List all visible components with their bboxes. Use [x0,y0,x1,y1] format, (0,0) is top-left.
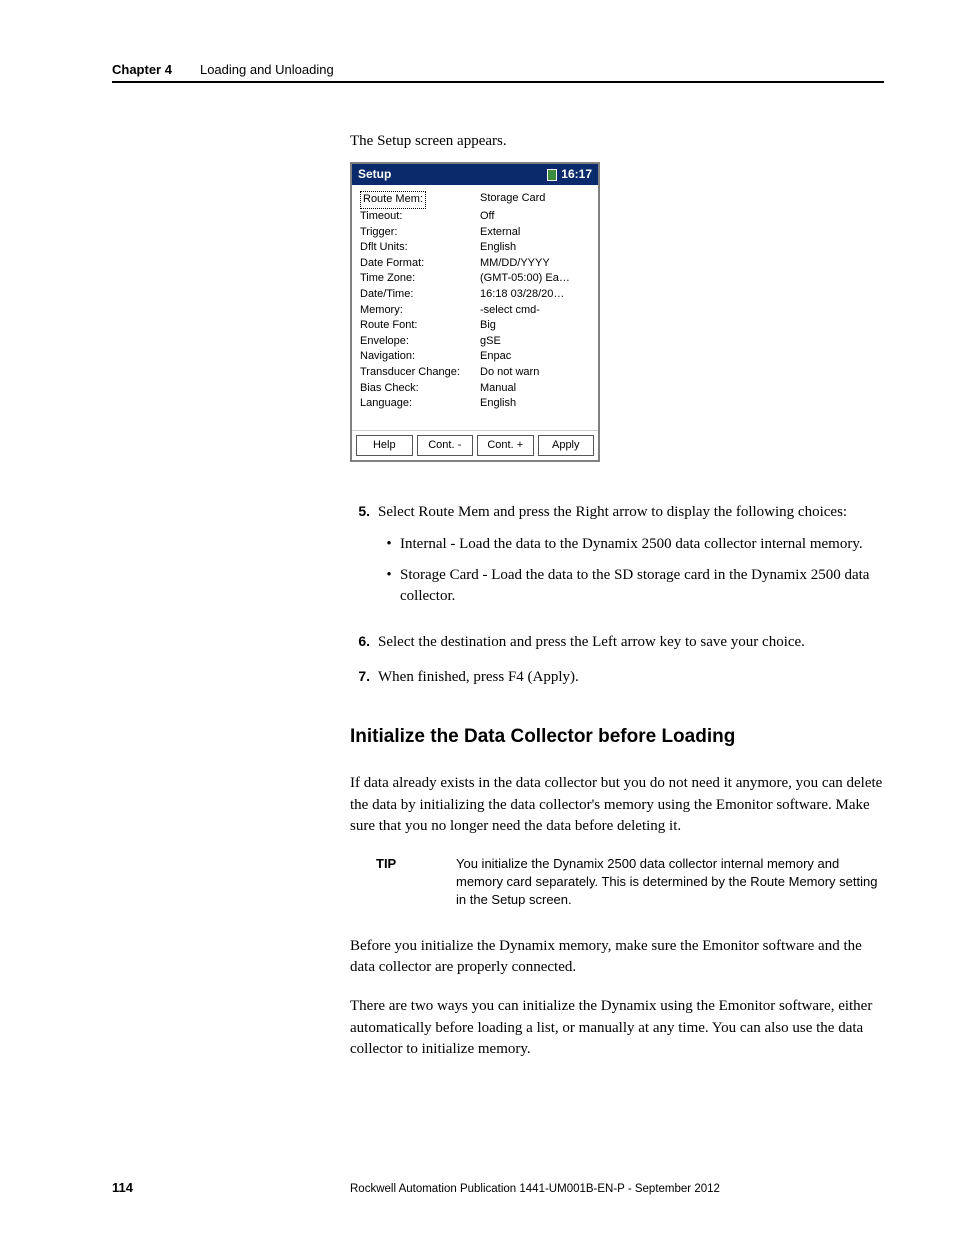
setup-row: Timeout:Off [360,209,590,225]
device-softkey: Help [356,435,413,457]
bullet-item: •Storage Card - Load the data to the SD … [378,565,884,608]
step-6-number: 6. [350,632,378,653]
step-5-text: Select Route Mem and press the Right arr… [378,502,884,523]
bullet-item: •Internal - Load the data to the Dynamix… [378,534,884,555]
setup-row: Date Format:MM/DD/YYYY [360,256,590,272]
paragraph-2: Before you initialize the Dynamix memory… [350,936,884,979]
tip-text: You initialize the Dynamix 2500 data col… [456,855,884,910]
device-softkey: Cont. - [417,435,474,457]
setup-row: Time Zone:(GMT-05:00) Ea… [360,271,590,287]
setup-row: Memory:-select cmd- [360,303,590,319]
step-7-text: When finished, press F4 (Apply). [378,667,884,688]
section-heading: Initialize the Data Collector before Loa… [350,724,884,751]
step-6-text: Select the destination and press the Lef… [378,632,884,653]
setup-row: Transducer Change:Do not warn [360,365,590,381]
device-softkey: Apply [538,435,595,457]
tip-label: TIP [376,855,456,910]
chapter-label: Chapter 4 [112,62,172,77]
setup-row: Date/Time:16:18 03/28/20… [360,287,590,303]
page-number: 114 [112,1180,350,1195]
setup-row: Route Font:Big [360,318,590,334]
device-title: Setup [358,166,391,183]
setup-screenshot: Setup 16:17 Route Mem:Storage CardTimeou… [350,162,600,462]
setup-row: Dflt Units:English [360,240,590,256]
publication-info: Rockwell Automation Publication 1441-UM0… [350,1183,884,1195]
setup-row: Trigger:External [360,225,590,241]
setup-row: Navigation:Enpac [360,349,590,365]
setup-row: Bias Check:Manual [360,381,590,397]
setup-row: Envelope:gSE [360,334,590,350]
header-rule [112,81,884,83]
step-7-number: 7. [350,667,378,688]
setup-row: Route Mem:Storage Card [360,191,590,209]
device-clock: 16:17 [561,166,592,183]
paragraph-3: There are two ways you can initialize th… [350,996,884,1060]
paragraph-1: If data already exists in the data colle… [350,773,884,837]
step-5-number: 5. [350,502,378,617]
chapter-title: Loading and Unloading [200,62,334,77]
battery-icon [547,169,557,181]
lead-text: The Setup screen appears. [350,131,884,152]
setup-row: Language:English [360,396,590,412]
device-softkey: Cont. + [477,435,534,457]
